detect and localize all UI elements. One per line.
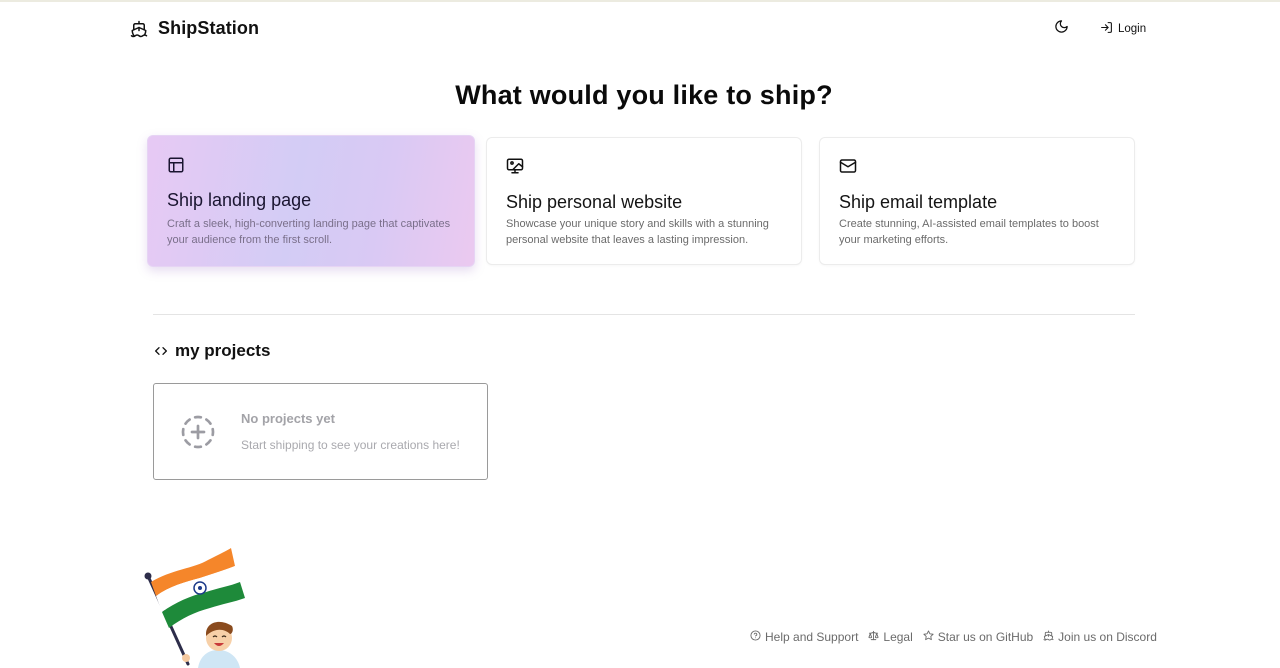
header: ShipStation Login [0,2,1280,56]
footer-link-label: Help and Support [765,630,859,644]
brand-logo[interactable]: ShipStation [130,18,259,39]
projects-heading: my projects [153,341,270,361]
discord-icon [1043,630,1054,644]
card-ship-email-template[interactable]: Ship email template Create stunning, AI-… [819,137,1135,265]
ship-icon [130,20,148,38]
star-icon [923,630,934,644]
footer-link-legal[interactable]: Legal [868,630,913,644]
section-divider [153,314,1135,315]
card-description: Craft a sleek, high-converting landing p… [167,218,451,246]
footer-link-label: Legal [883,630,913,644]
empty-state-title: No projects yet [241,411,335,426]
boy-shirt [198,650,240,668]
footer-link-github[interactable]: Star us on GitHub [923,630,1033,644]
flag-pole-knob [144,572,152,580]
card-ship-landing-page[interactable]: Ship landing page Craft a sleek, high-co… [147,135,475,267]
mail-icon [839,157,857,175]
card-title: Ship email template [839,192,998,212]
page-title: What would you like to ship? [455,80,833,110]
footer-link-help[interactable]: Help and Support [750,630,858,644]
footer: Help and Support Legal Star us on GitHub [750,629,1157,645]
scale-icon [868,630,879,644]
moon-icon [1054,19,1069,39]
card-description: Showcase your unique story and skills wi… [506,218,769,246]
log-in-icon [1100,21,1113,37]
layout-icon [167,156,185,174]
card-description: Create stunning, AI-assisted email templ… [839,218,1099,246]
footer-link-label: Join us on Discord [1058,630,1157,644]
card-ship-personal-website[interactable]: Ship personal website Showcase your uniq… [486,137,802,265]
image-monitor-icon [506,157,524,175]
theme-toggle-button[interactable] [1052,20,1070,38]
code-icon [153,343,169,359]
circle-dashed-plus-icon [180,414,216,450]
flag-boy-illustration [144,548,245,668]
footer-link-discord[interactable]: Join us on Discord [1043,630,1157,644]
footer-link-label: Star us on GitHub [937,630,1034,644]
login-button[interactable]: Login [1100,20,1146,38]
help-circle-icon [750,630,761,644]
card-title: Ship landing page [167,190,312,210]
empty-state-subtitle: Start shipping to see your creations her… [241,438,460,452]
brand-name: ShipStation [158,18,260,38]
login-label: Login [1118,23,1147,35]
card-title: Ship personal website [506,192,683,212]
projects-title: my projects [175,341,271,360]
mascot-illustration [140,540,255,668]
empty-projects-card[interactable]: No projects yet Start shipping to see yo… [153,383,488,480]
